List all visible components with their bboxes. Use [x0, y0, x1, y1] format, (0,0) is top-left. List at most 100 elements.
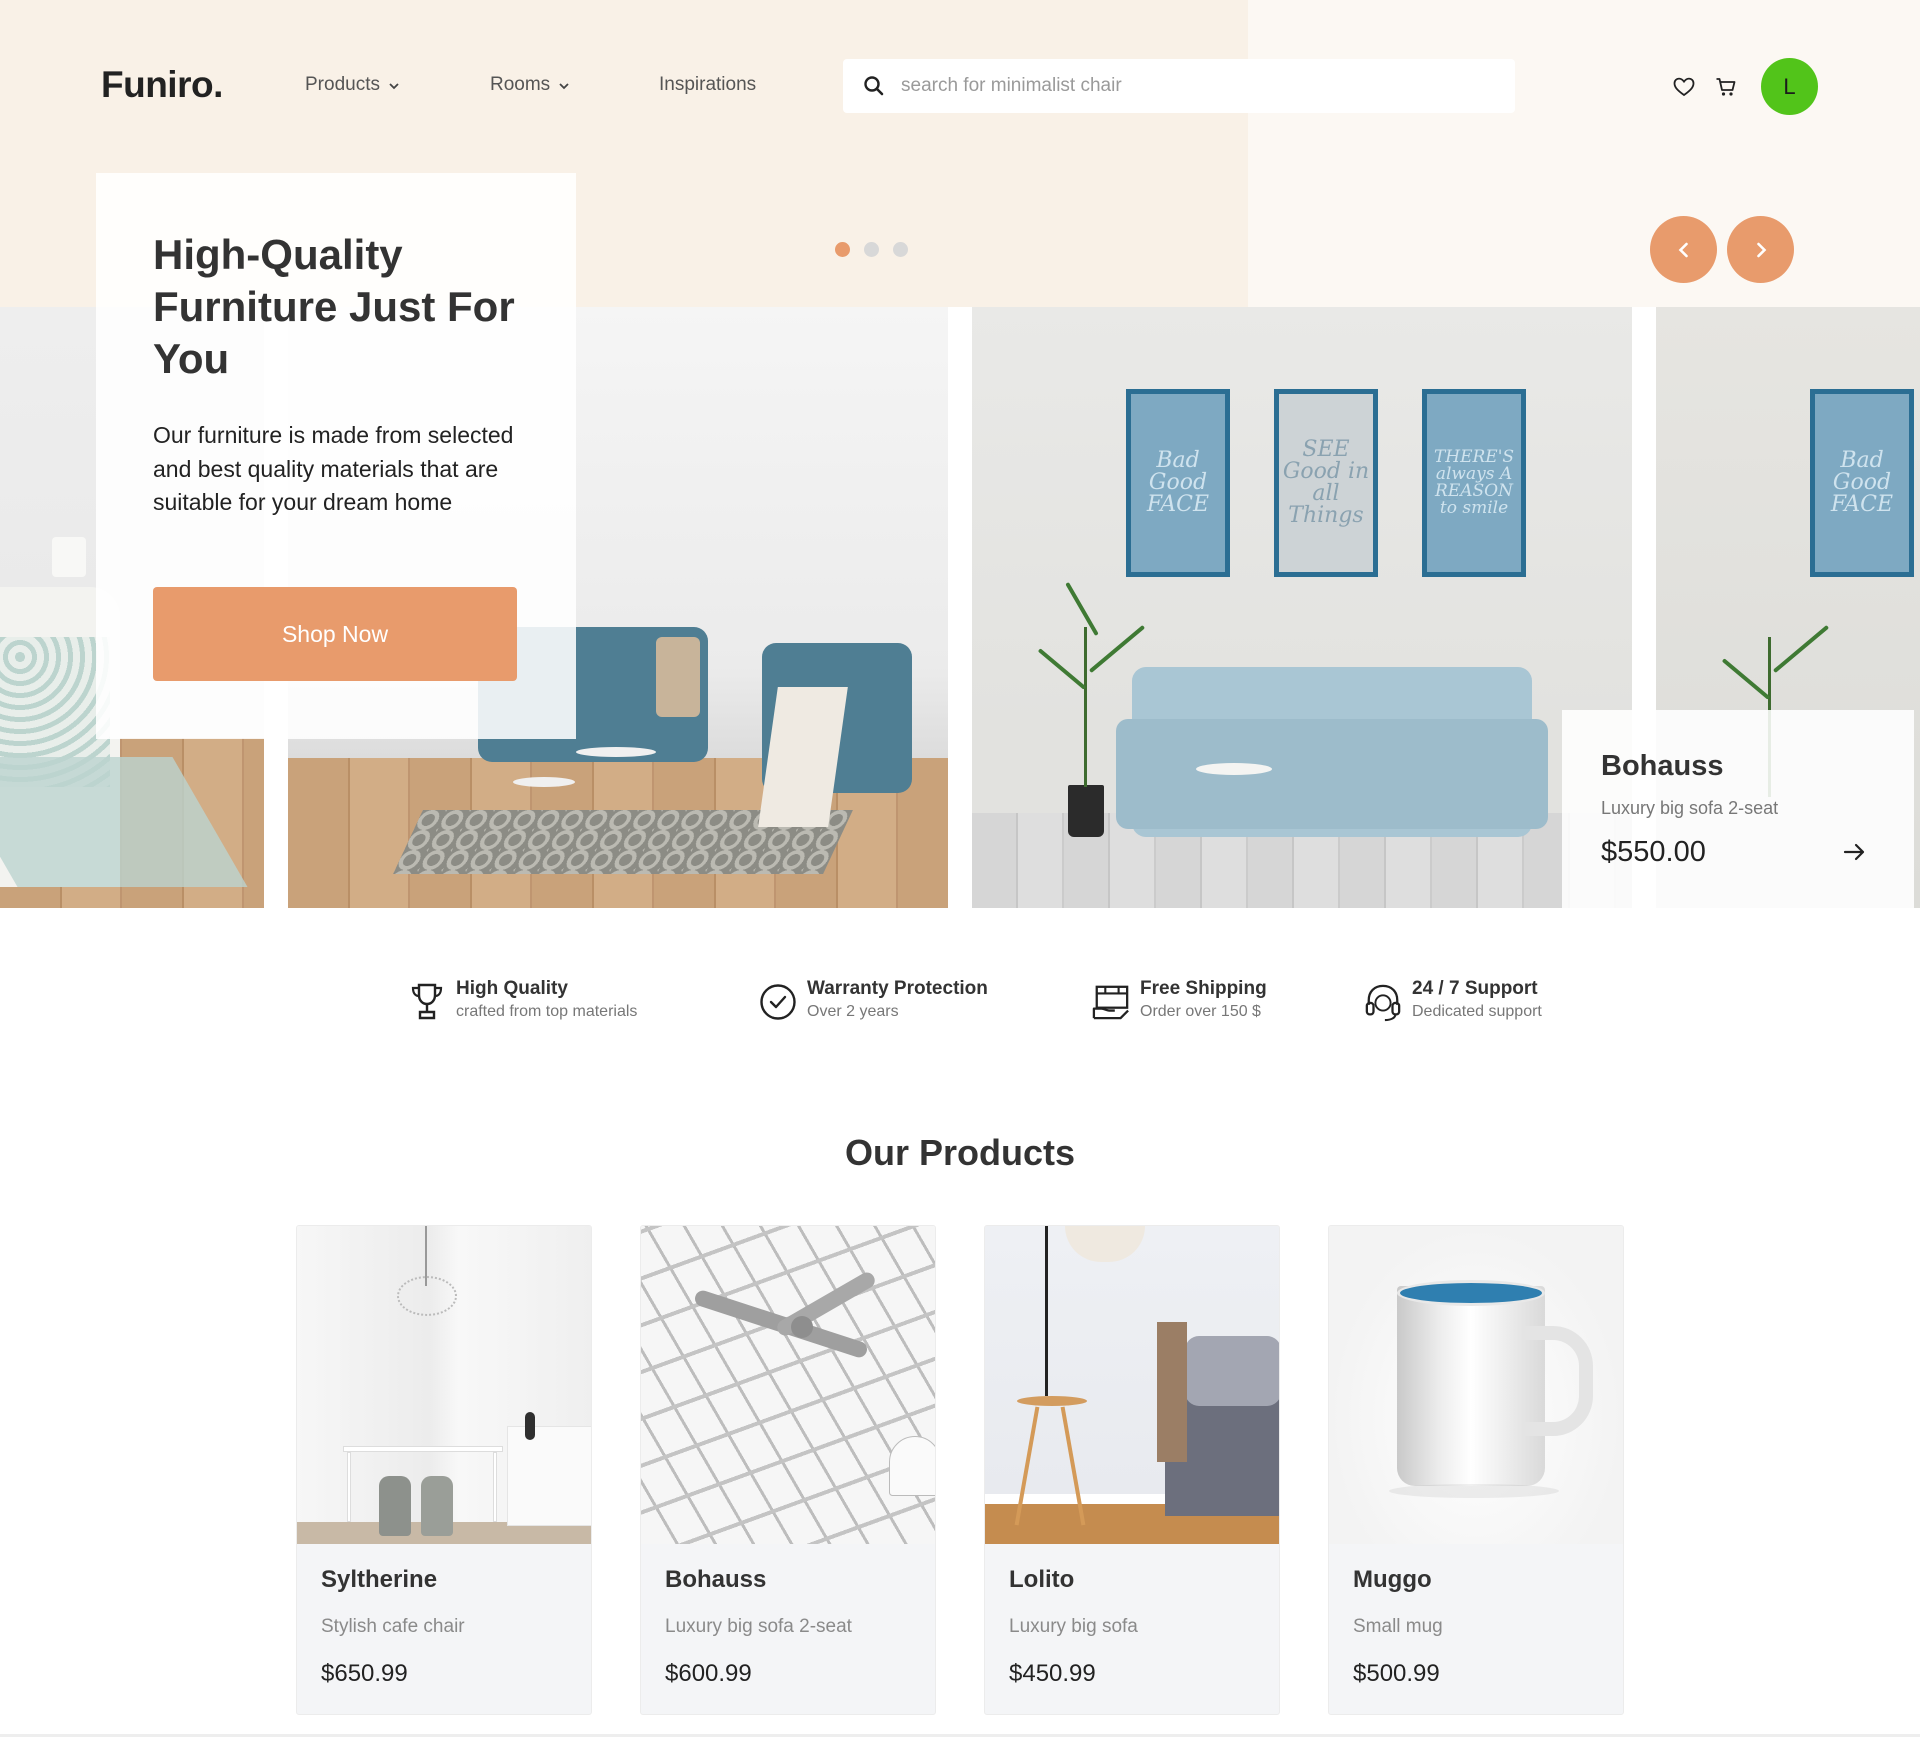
slider-dot[interactable]: [864, 242, 879, 257]
product-card[interactable]: Syltherine Stylish cafe chair $650.99: [296, 1225, 592, 1715]
plant-leaf: [1772, 624, 1830, 674]
mug-shadow: [1389, 1484, 1559, 1498]
vase: [525, 1412, 535, 1440]
nav-item-label: Rooms: [490, 74, 551, 95]
nav-item-inspirations[interactable]: Inspirations: [659, 74, 756, 96]
product-name: Lolito: [1009, 1566, 1075, 1593]
feature-subtitle: crafted from top materials: [456, 1003, 638, 1020]
hero-card: High-Quality Furniture Just For You Our …: [96, 173, 576, 739]
hero-title: High-Quality Furniture Just For You: [153, 231, 515, 382]
arrow-right-icon[interactable]: [1842, 840, 1868, 864]
search-bar[interactable]: [843, 59, 1515, 113]
hero-description: Our furniture is made from selected and …: [153, 422, 514, 515]
product-image: [297, 1226, 591, 1544]
brand-logo[interactable]: Funiro.: [101, 64, 223, 106]
product-card[interactable]: Bohauss Luxury big sofa 2-seat $600.99: [640, 1225, 936, 1715]
nav-item-label: Products: [305, 74, 380, 95]
pillow: [1185, 1336, 1279, 1406]
side-table: [576, 747, 656, 757]
table-leg: [347, 1452, 351, 1522]
cart-icon: [1716, 78, 1736, 96]
chevron-down-icon: [559, 83, 569, 90]
plant-stem: [1084, 627, 1087, 787]
feature-subtitle: Dedicated support: [1412, 1003, 1542, 1020]
frame-text: SEE Good in all Things: [1282, 437, 1370, 528]
search-icon[interactable]: [863, 75, 885, 97]
headboard: [1157, 1322, 1187, 1462]
frame-text: Bad Good FACE: [1830, 448, 1894, 517]
header-background-right: [1248, 0, 1920, 307]
feature-subtitle: Order over 150 $: [1140, 1003, 1261, 1020]
product-price: $500.99: [1353, 1660, 1440, 1687]
wall-frame: THERE'S always A REASON to smile: [1422, 389, 1526, 577]
hero-photo-sofa-room: Bad Good FACE SEE Good in all Things THE…: [972, 307, 1632, 908]
side-table: [513, 777, 575, 787]
table-top: [343, 1446, 503, 1452]
nav-item-rooms[interactable]: Rooms: [490, 74, 570, 96]
product-price: $450.99: [1009, 1660, 1096, 1687]
slider-dots: [835, 242, 908, 257]
nav-item-label: Inspirations: [659, 74, 757, 95]
trophy-icon: [408, 982, 446, 1022]
skylight-grid: [641, 1226, 935, 1544]
featured-product-description: Luxury big sofa 2-seat: [1601, 798, 1779, 818]
featured-product-name: Bohauss: [1601, 750, 1724, 782]
table-leg: [493, 1452, 497, 1522]
mug-body: [1397, 1286, 1545, 1486]
featured-product-price: $550.00: [1601, 836, 1706, 868]
product-card[interactable]: Lolito Luxury big sofa $450.99: [984, 1225, 1280, 1715]
wall-frame: SEE Good in all Things: [1274, 389, 1378, 577]
carousel-prev-button[interactable]: [1650, 216, 1717, 283]
headset-icon: [1364, 982, 1402, 1022]
stool: [421, 1476, 453, 1536]
product-description: Stylish cafe chair: [321, 1616, 465, 1637]
plant-leaf: [1065, 582, 1099, 636]
slider-dot-active[interactable]: [835, 242, 850, 257]
product-description: Luxury big sofa 2-seat: [665, 1616, 852, 1637]
cushion: [656, 637, 700, 717]
feature-title: High Quality: [456, 978, 568, 999]
shop-now-button[interactable]: Shop Now: [153, 587, 517, 681]
feature-title: Warranty Protection: [807, 978, 988, 999]
product-description: Small mug: [1353, 1616, 1443, 1637]
frame-text: Bad Good FACE: [1146, 448, 1210, 517]
side-table: [1196, 763, 1272, 775]
feature-subtitle: Over 2 years: [807, 1003, 899, 1020]
sofa-seat: [1116, 719, 1548, 829]
slider-dot[interactable]: [893, 242, 908, 257]
carousel-next-button[interactable]: [1727, 216, 1794, 283]
wall-frame: Bad Good FACE: [1810, 389, 1914, 577]
product-image: [641, 1226, 935, 1544]
chevron-right-icon: [1756, 242, 1766, 257]
stool: [379, 1476, 411, 1536]
search-input[interactable]: [901, 75, 1461, 97]
lamp-cord: [1045, 1226, 1048, 1396]
product-name: Muggo: [1353, 1566, 1432, 1593]
product-image: [1329, 1226, 1623, 1544]
wishlist-button[interactable]: [1672, 76, 1696, 98]
feature-support: 24 / 7 Support Dedicated support: [1364, 978, 1542, 1024]
wall-frame: Bad Good FACE: [1126, 389, 1230, 577]
chevron-left-icon: [1678, 242, 1688, 257]
nav-item-products[interactable]: Products: [305, 74, 400, 96]
side-table-top: [1017, 1396, 1087, 1406]
heart-icon: [1673, 77, 1695, 97]
feature-high-quality: High Quality crafted from top materials: [408, 978, 637, 1024]
shipping-box-icon: [1092, 982, 1130, 1022]
product-name: Syltherine: [321, 1566, 438, 1593]
pendant-lamp: [889, 1436, 935, 1496]
chevron-down-icon: [389, 83, 399, 90]
feature-title: 24 / 7 Support: [1412, 978, 1538, 999]
featured-product-card[interactable]: Bohauss Luxury big sofa 2-seat $550.00: [1562, 710, 1914, 910]
product-price: $600.99: [665, 1660, 752, 1687]
feature-warranty: Warranty Protection Over 2 years: [759, 978, 988, 1024]
plant-leaf: [1037, 648, 1087, 690]
product-card[interactable]: Muggo Small mug $500.99: [1328, 1225, 1624, 1715]
badge-check-icon: [759, 982, 797, 1022]
product-price: $650.99: [321, 1660, 408, 1687]
product-description: Luxury big sofa: [1009, 1616, 1138, 1637]
cart-button[interactable]: [1714, 76, 1738, 98]
user-avatar[interactable]: L: [1761, 58, 1818, 115]
feature-free-shipping: Free Shipping Order over 150 $: [1092, 978, 1267, 1024]
frame-text: THERE'S always A REASON to smile: [1433, 447, 1515, 518]
